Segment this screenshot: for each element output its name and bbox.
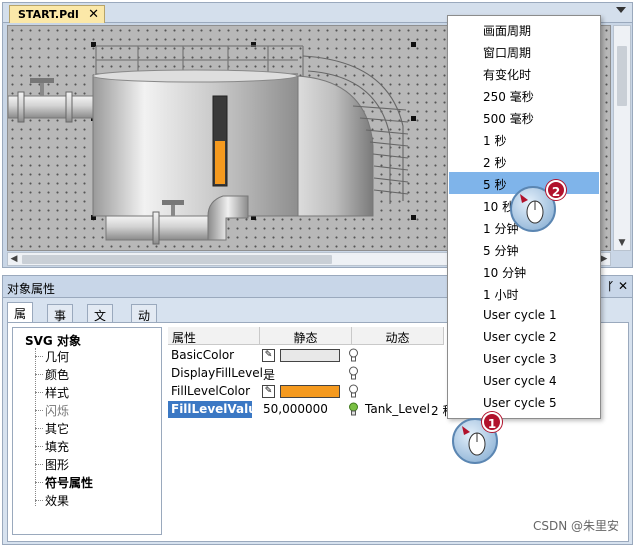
document-tab[interactable]: START.Pdl ✕ — [9, 5, 105, 23]
dropdown-item-window-cycle[interactable]: 窗口周期 — [449, 40, 599, 62]
tree-item-styles[interactable]: 样式 — [45, 384, 69, 401]
vertical-scroll-thumb[interactable] — [617, 46, 627, 106]
color-picker-icon[interactable]: ✎ — [262, 349, 275, 362]
column-header-attribute: 属性 — [168, 327, 260, 345]
tree-item-flashing[interactable]: 闪烁 — [45, 402, 69, 419]
property-name: FillLevelColor — [171, 384, 251, 398]
property-name: FillLevelValue — [168, 401, 265, 418]
tree-item-symbol-properties[interactable]: 符号属性 — [45, 474, 93, 491]
static-value[interactable]: 50,000000 — [260, 401, 340, 418]
dropdown-item-user-cycle-4[interactable]: User cycle 4 — [449, 370, 599, 392]
column-header-dynamic: 动态 — [352, 327, 444, 345]
dropdown-item-1s[interactable]: 1 秒 — [449, 128, 599, 150]
dropdown-item-5min[interactable]: 5 分钟 — [449, 238, 599, 260]
dropdown-item-picture-cycle[interactable]: 画面周期 — [449, 18, 599, 40]
tree-item-geometry[interactable]: 几何 — [45, 348, 69, 365]
tree-tick — [35, 356, 43, 357]
tree-item-graphics[interactable]: 图形 — [45, 456, 69, 473]
tree-item-miscellaneous[interactable]: 其它 — [45, 420, 69, 437]
dropdown-item-user-cycle-5[interactable]: User cycle 5 — [449, 392, 599, 414]
horizontal-scroll-thumb[interactable] — [22, 255, 332, 264]
tab-properties[interactable]: 属性 — [7, 302, 34, 338]
property-name: BasicColor — [171, 348, 235, 362]
dynamic-bulb-icon[interactable] — [348, 348, 359, 363]
tab-animations[interactable]: 动画 — [131, 304, 158, 340]
dropdown-item-on-change[interactable]: 有变化时 — [449, 62, 599, 84]
tab-events[interactable]: 事件 — [47, 304, 74, 340]
tab-texts[interactable]: 文本 — [87, 304, 114, 340]
dropdown-item-250ms[interactable]: 250 毫秒 — [449, 84, 599, 106]
dynamic-bulb-icon[interactable] — [348, 384, 359, 399]
close-panel-icon[interactable]: ✕ — [618, 279, 628, 293]
dropdown-item-1h[interactable]: 1 小时 — [449, 282, 599, 304]
tree-tick — [35, 428, 43, 429]
dropdown-item-500ms[interactable]: 500 毫秒 — [449, 106, 599, 128]
property-name: DisplayFillLevel — [171, 366, 263, 380]
tree-tick — [35, 392, 43, 393]
pin-icon[interactable]: ᚴ — [607, 280, 614, 293]
column-header-static: 静态 — [260, 327, 352, 345]
dropdown-item-2s[interactable]: 2 秒 — [449, 150, 599, 172]
step-badge-2: 2 — [546, 180, 566, 200]
static-value[interactable]: 是 — [260, 365, 320, 382]
tree-item-effects[interactable]: 效果 — [45, 492, 69, 509]
dynamic-active-bulb-icon[interactable] — [348, 402, 359, 417]
tree-tick — [35, 410, 43, 411]
tree-tick — [35, 464, 43, 465]
watermark: CSDN @朱里安 — [532, 519, 619, 533]
scroll-left-icon[interactable]: ◀ — [8, 254, 20, 265]
tree-item-colors[interactable]: 颜色 — [45, 366, 69, 383]
property-tree: SVG 对象 几何 颜色 样式 闪烁 其它 填充 图形 符号属性 效果 — [12, 327, 162, 535]
dropdown-item-10min[interactable]: 10 分钟 — [449, 260, 599, 282]
dynamic-bulb-icon[interactable] — [348, 366, 359, 381]
dropdown-item-user-cycle-3[interactable]: User cycle 3 — [449, 348, 599, 370]
close-tab-icon[interactable]: ✕ — [88, 7, 99, 22]
step-badge-1: 1 — [482, 412, 502, 432]
dynamic-tag[interactable]: Tank_Level — [362, 401, 432, 418]
tree-item-filling[interactable]: 填充 — [45, 438, 69, 455]
dropdown-item-user-cycle-1[interactable]: User cycle 1 — [449, 304, 599, 326]
tab-list-dropdown-icon[interactable] — [616, 7, 626, 13]
fill-level-bar — [215, 141, 225, 184]
panel-title: 对象属性 — [7, 282, 56, 296]
tree-tick — [35, 446, 43, 447]
tree-tick — [35, 500, 43, 501]
scroll-down-icon[interactable]: ▼ — [616, 238, 628, 249]
dropdown-item-user-cycle-2[interactable]: User cycle 2 — [449, 326, 599, 348]
vertical-scrollbar[interactable]: ▼ — [613, 25, 631, 251]
tree-tick — [35, 374, 43, 375]
document-tab-label: START.Pdl — [18, 8, 79, 21]
fill-level-color-swatch[interactable] — [280, 385, 340, 398]
tree-tick — [35, 482, 43, 483]
color-picker-icon[interactable]: ✎ — [262, 385, 275, 398]
tree-root-svg-object[interactable]: SVG 对象 — [25, 332, 81, 349]
basic-color-swatch[interactable] — [280, 349, 340, 362]
